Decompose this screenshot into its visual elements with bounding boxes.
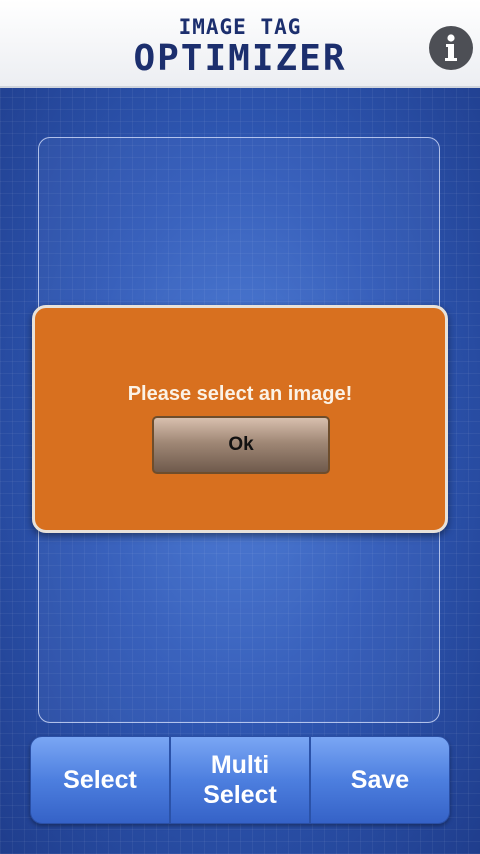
app-title-main: OPTIMIZER [133, 38, 347, 79]
select-button[interactable]: Select [31, 737, 169, 823]
multi-select-line1: Multi [210, 751, 270, 779]
ok-button[interactable]: Ok [152, 416, 330, 474]
save-button[interactable]: Save [309, 737, 449, 823]
dialog-message: Please select an image! [127, 383, 353, 405]
alert-dialog: Please select an image! Ok [32, 305, 448, 533]
info-icon [445, 34, 457, 61]
multi-select-line2: Select [203, 781, 277, 809]
bottom-toolbar: Select Multi Select Save [30, 736, 450, 824]
app-header: IMAGE TAG OPTIMIZER [0, 0, 480, 88]
app-title-top: IMAGE TAG [178, 15, 302, 39]
info-button[interactable] [429, 26, 473, 70]
multi-select-button[interactable]: Multi Select [169, 737, 309, 823]
